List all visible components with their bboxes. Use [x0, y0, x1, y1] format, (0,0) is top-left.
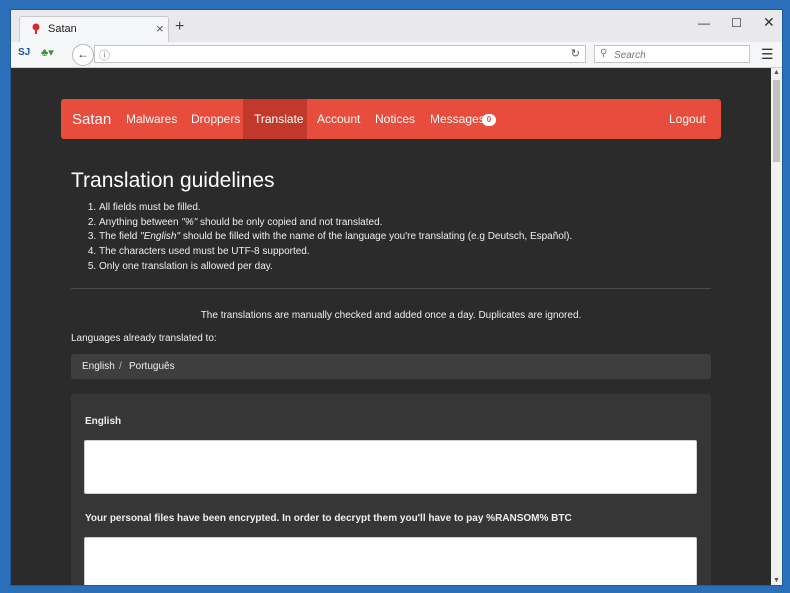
hamburger-menu-icon[interactable]: ☰: [761, 46, 774, 63]
english-field[interactable]: [84, 440, 697, 494]
scroll-up-icon[interactable]: ▲: [773, 69, 780, 76]
list-item: All fields must be filled.: [99, 201, 572, 216]
nav-item-account[interactable]: Account: [317, 112, 360, 126]
list-item: The characters used must be UTF-8 suppor…: [99, 245, 572, 260]
logout-link[interactable]: Logout: [669, 112, 706, 126]
search-icon: ⚲: [600, 48, 608, 59]
extension-icon[interactable]: ♣▾: [41, 46, 54, 59]
site-identity-icon[interactable]: SJ: [18, 47, 30, 58]
site-navbar: Satan Malwares Droppers Translate Accoun…: [61, 99, 721, 139]
ransom-message-label: Your personal files have been encrypted.…: [85, 513, 572, 524]
scrollbar-thumb[interactable]: [773, 80, 780, 162]
nav-item-droppers[interactable]: Droppers: [191, 112, 240, 126]
divider: [71, 288, 711, 289]
messages-badge: 0: [482, 114, 496, 126]
nav-item-translate[interactable]: Translate: [254, 112, 304, 126]
tab-title: Satan: [48, 23, 77, 35]
breadcrumb: English / Português: [71, 354, 711, 379]
page-content: Satan Malwares Droppers Translate Accoun…: [11, 68, 771, 585]
new-tab-button[interactable]: +: [175, 18, 184, 36]
back-arrow-icon[interactable]: ←: [72, 44, 94, 66]
breadcrumb-item-english: English: [82, 361, 115, 372]
window-close-icon[interactable]: ✕: [763, 14, 775, 31]
close-icon[interactable]: ×: [156, 21, 164, 36]
ransom-message-field[interactable]: [84, 537, 697, 585]
languages-label: Languages already translated to:: [71, 333, 217, 344]
search-input[interactable]: [612, 47, 746, 63]
breadcrumb-item-portugues: Português: [129, 361, 175, 372]
nav-item-messages[interactable]: Messages: [430, 112, 485, 126]
list-item: The field "English" should be filled wit…: [99, 230, 572, 245]
translation-notice: The translations are manually checked an…: [200, 310, 582, 321]
list-item: Only one translation is allowed per day.: [99, 260, 572, 275]
maximize-icon[interactable]: ☐: [731, 16, 742, 30]
breadcrumb-separator: /: [119, 361, 122, 372]
list-item: Anything between "%" should be only copi…: [99, 216, 572, 231]
favicon-icon: [32, 23, 40, 34]
tab-bar: Satan × + — ☐ ✕: [11, 10, 782, 42]
url-bar[interactable]: ⓘ ↻: [94, 45, 586, 63]
nav-item-malwares[interactable]: Malwares: [126, 112, 177, 126]
nav-item-notices[interactable]: Notices: [375, 112, 415, 126]
page-title: Translation guidelines: [71, 169, 275, 192]
browser-window: Satan × + — ☐ ✕ SJ ♣▾ ← ⓘ ↻ ⚲ ☰ Satan Ma…: [10, 9, 783, 586]
info-icon[interactable]: ⓘ: [99, 47, 110, 63]
reload-icon[interactable]: ↻: [571, 47, 580, 60]
browser-tab[interactable]: Satan ×: [19, 16, 169, 42]
scroll-down-icon[interactable]: ▼: [773, 577, 780, 584]
minimize-icon[interactable]: —: [698, 16, 710, 30]
brand-link[interactable]: Satan: [72, 111, 111, 128]
translation-form: English Your personal files have been en…: [71, 394, 711, 585]
scrollbar[interactable]: ▲ ▼: [771, 68, 782, 585]
search-bar[interactable]: ⚲: [594, 45, 750, 63]
guidelines-list: All fields must be filled. Anything betw…: [71, 201, 572, 275]
navigation-bar: SJ ♣▾ ← ⓘ ↻ ⚲ ☰: [11, 42, 782, 68]
english-field-label: English: [85, 416, 122, 427]
